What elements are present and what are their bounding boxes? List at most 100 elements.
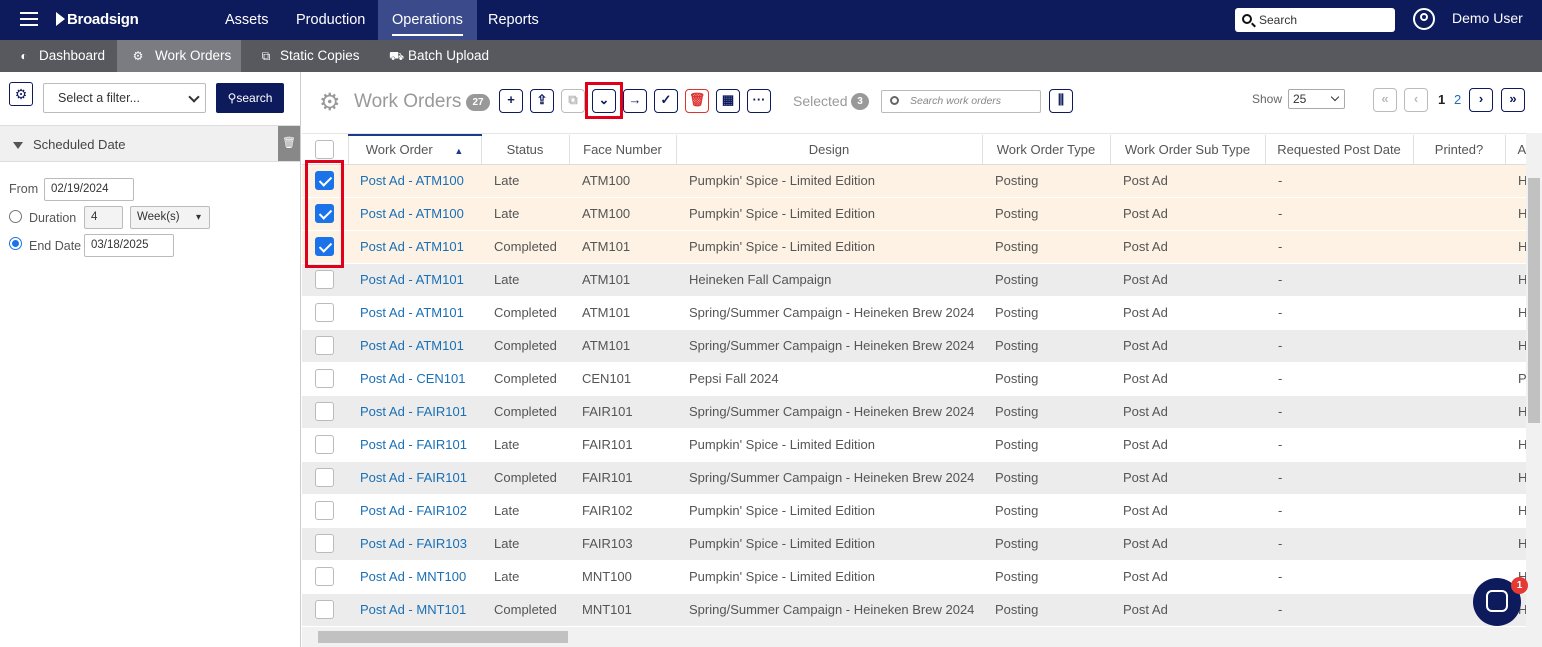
work-order-cell[interactable]: Post Ad - FAIR101 [348, 461, 481, 495]
table-row[interactable]: Post Ad - FAIR103 Late FAIR103 Pumpkin' Spi… [302, 527, 1526, 561]
col-face-number[interactable]: Face Number [569, 135, 677, 165]
col-status[interactable]: Status [481, 135, 570, 165]
vertical-scrollbar[interactable] [1526, 133, 1542, 627]
next-page-icon[interactable]: › [1469, 88, 1493, 112]
table-row[interactable]: Post Ad - FAIR101 Completed FAIR101 Spring/… [302, 395, 1526, 429]
table-row[interactable]: Post Ad - CEN101 Completed CEN101 Pepsi Fal… [302, 362, 1526, 396]
col-requested-post-date[interactable]: Requested Post Date [1265, 135, 1414, 165]
col-work-order-sub-type[interactable]: Work Order Sub Type [1110, 135, 1266, 165]
work-order-cell[interactable]: Post Ad - ATM101 [348, 329, 481, 363]
table-row[interactable]: Post Ad - ATM100 Late ATM100 Pumpkin' Spice… [302, 164, 1526, 198]
trash-icon[interactable]: 🗑 [278, 126, 300, 161]
table-row[interactable]: Post Ad - FAIR101 Completed FAIR101 Spring/… [302, 461, 1526, 495]
table-row[interactable]: Post Ad - MNT100 Late MNT100 Pumpkin' Spice… [302, 560, 1526, 594]
row-checkbox[interactable] [315, 600, 334, 619]
page-1[interactable]: 1 [1438, 92, 1445, 107]
table-row[interactable]: Post Ad - ATM101 Late ATM101 Heineken Fall … [302, 263, 1526, 297]
table-row[interactable]: Post Ad - MNT101 Completed MNT101 Spring/Su… [302, 593, 1526, 627]
from-date-input[interactable]: 02/19/2024 [44, 178, 134, 201]
work-order-cell[interactable]: Post Ad - ATM101 [348, 296, 481, 330]
page-size-select[interactable]: 25 [1288, 89, 1345, 109]
prev-page-icon[interactable]: ‹ [1404, 88, 1428, 112]
end-date-radio[interactable] [9, 237, 22, 250]
work-order-search-input[interactable]: Search work orders [881, 90, 1041, 113]
duration-input[interactable]: 4 [84, 206, 123, 229]
table-row[interactable]: Post Ad - ATM101 Completed ATM101 Pumpkin' … [302, 230, 1526, 264]
row-checkbox[interactable] [315, 336, 334, 355]
work-order-cell[interactable]: Post Ad - CEN101 [348, 362, 481, 396]
arrow-right-icon[interactable]: → [623, 89, 647, 113]
vertical-scroll-thumb[interactable] [1528, 178, 1540, 423]
user-name[interactable]: Demo User [1452, 10, 1523, 26]
first-page-icon[interactable]: « [1373, 88, 1397, 112]
end-date-input[interactable]: 03/18/2025 [84, 234, 174, 257]
nav-operations[interactable]: Operations [378, 0, 477, 40]
copy-icon[interactable]: ⧉ [561, 89, 585, 113]
grid-icon[interactable]: ▦ [716, 89, 740, 113]
status-cell: Late [481, 197, 569, 231]
subnav-static-copies[interactable]: ⧉ Static Copies [256, 40, 360, 72]
work-order-cell[interactable]: Post Ad - MNT100 [348, 560, 481, 594]
menu-icon[interactable] [20, 12, 38, 26]
collapse-arrow-icon[interactable] [13, 142, 23, 149]
work-order-cell[interactable]: Post Ad - FAIR103 [348, 527, 481, 561]
filter-select[interactable]: Select a filter... [43, 83, 206, 113]
row-checkbox[interactable] [315, 534, 334, 553]
user-avatar-icon[interactable] [1413, 8, 1435, 30]
columns-icon[interactable]: ⫼ [1049, 89, 1073, 113]
table-row[interactable]: Post Ad - ATM100 Late ATM100 Pumpkin' Spice… [302, 197, 1526, 231]
horizontal-scrollbar[interactable] [302, 627, 1542, 647]
scheduled-date-section[interactable]: Scheduled Date 🗑 [0, 125, 300, 162]
work-order-cell[interactable]: Post Ad - ATM100 [348, 197, 481, 231]
col-work-order[interactable]: Work Order ▲ [348, 134, 482, 165]
work-order-cell[interactable]: Post Ad - ATM101 [348, 230, 481, 264]
nav-assets[interactable]: Assets [225, 0, 269, 40]
horizontal-scroll-thumb[interactable] [318, 631, 568, 643]
work-order-cell[interactable]: Post Ad - ATM101 [348, 263, 481, 297]
row-checkbox[interactable] [315, 270, 334, 289]
work-order-cell[interactable]: Post Ad - ATM100 [348, 164, 481, 198]
page-2[interactable]: 2 [1454, 92, 1461, 107]
table-row[interactable]: Post Ad - ATM101 Completed ATM101 Spring/Su… [302, 296, 1526, 330]
nav-reports[interactable]: Reports [488, 0, 539, 40]
row-checkbox[interactable] [315, 435, 334, 454]
row-checkbox[interactable] [315, 402, 334, 421]
export-icon[interactable]: ⇪ [530, 89, 554, 113]
last-page-icon[interactable]: » [1501, 88, 1525, 112]
subnav-dashboard[interactable]: ◐ Dashboard [14, 40, 105, 72]
row-checkbox[interactable] [315, 501, 334, 520]
row-checkbox[interactable] [315, 369, 334, 388]
brand-logo[interactable]: Broadsign [56, 11, 139, 28]
checkmark-icon[interactable]: ✓ [654, 89, 678, 113]
global-search-input[interactable]: Search [1235, 8, 1395, 32]
duration-radio[interactable] [9, 210, 22, 223]
col-design[interactable]: Design [676, 135, 983, 165]
chat-button[interactable]: 1 [1473, 577, 1528, 626]
work-order-cell[interactable]: Post Ad - FAIR101 [348, 428, 481, 462]
delete-icon[interactable]: 🗑 [685, 89, 709, 113]
select-all-checkbox[interactable] [315, 139, 334, 159]
work-order-cell[interactable]: Post Ad - FAIR101 [348, 395, 481, 429]
row-checkbox[interactable] [315, 468, 334, 487]
work-order-cell[interactable]: Post Ad - FAIR102 [348, 494, 481, 528]
status-cell: Completed [481, 230, 569, 264]
row-checkbox[interactable] [315, 303, 334, 322]
nav-production[interactable]: Production [296, 0, 365, 40]
col-work-order-type[interactable]: Work Order Type [982, 135, 1111, 165]
section-title: Scheduled Date [33, 137, 126, 152]
filter-search-button[interactable]: ⚲search [216, 83, 284, 113]
duration-unit-select[interactable]: Week(s) ▾ [130, 206, 210, 229]
col-printed[interactable]: Printed? [1413, 135, 1506, 165]
more-icon[interactable]: ··· [747, 89, 771, 113]
filter-settings-button[interactable]: ⚙ [9, 82, 33, 106]
add-icon[interactable]: + [499, 89, 523, 113]
col-ad[interactable]: Ad [1505, 135, 1526, 165]
table-row[interactable]: Post Ad - ATM101 Completed ATM101 Spring/Su… [302, 329, 1526, 363]
row-checkbox[interactable] [315, 567, 334, 586]
table-row[interactable]: Post Ad - FAIR102 Late FAIR102 Pumpkin' Spi… [302, 494, 1526, 528]
subnav-batch-upload[interactable]: ⛟ Batch Upload [386, 40, 489, 72]
table-row[interactable]: Post Ad - FAIR101 Late FAIR101 Pumpkin' Spi… [302, 428, 1526, 462]
subnav-work-orders[interactable]: ⚙ Work Orders [117, 40, 241, 72]
work-orders-toolbar: ⚙ Work Orders 27 + ⇪ ⧉ ⌄ → ✓ 🗑 ▦ ··· Sel… [302, 73, 1542, 133]
work-order-cell[interactable]: Post Ad - MNT101 [348, 593, 481, 627]
